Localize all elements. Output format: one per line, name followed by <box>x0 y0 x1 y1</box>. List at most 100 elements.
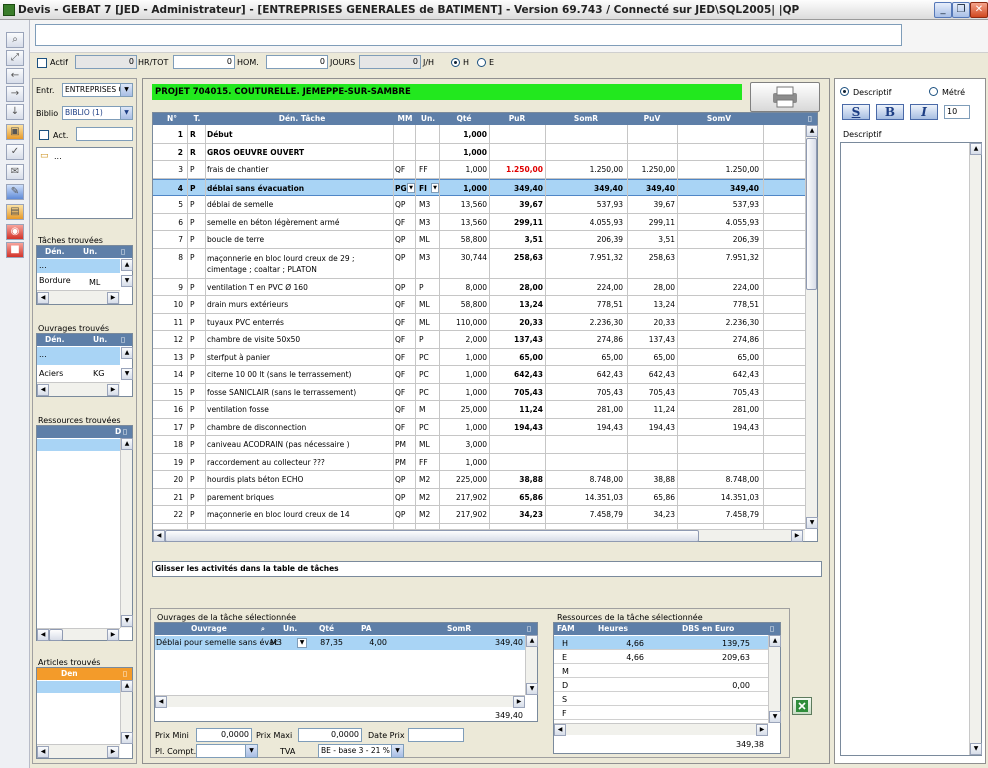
taches-col-un[interactable]: Un. <box>83 246 97 258</box>
list-item[interactable]: ... <box>37 347 120 365</box>
scroll-down-icon[interactable]: ▼ <box>526 683 538 695</box>
col-ouvrage[interactable]: Ouvrage <box>191 623 227 635</box>
table-row[interactable]: 10 Pdrain murs extérieurs QF ML 58,800 13,24 7… <box>153 296 805 314</box>
list-item[interactable] <box>37 681 120 693</box>
search-icon[interactable]: ⌕ <box>6 32 24 48</box>
folder-icon[interactable]: ▤ <box>6 204 24 220</box>
scroll-thumb[interactable] <box>49 629 63 641</box>
scroll-up-icon[interactable]: ▲ <box>806 125 818 137</box>
italic-button[interactable]: I <box>910 104 938 120</box>
trash-icon[interactable]: ▯ <box>121 246 125 258</box>
scroll-left-icon[interactable]: ◀ <box>37 292 49 304</box>
table-row[interactable]: 22 Pmaçonnerie en bloc lourd creux de 14 Q… <box>153 506 805 524</box>
scroll-up-icon[interactable]: ▲ <box>121 680 133 692</box>
jours-field[interactable]: 0 <box>266 55 328 69</box>
col-dbs[interactable]: DBS en Euro <box>682 623 734 635</box>
zoom-icon[interactable]: ⤢ <box>6 50 24 66</box>
table-row[interactable]: 1 R Début 1,000 <box>153 126 805 144</box>
col-heures[interactable]: Heures <box>598 623 628 635</box>
ressources-sel-hscroll[interactable]: ◀ ▶ <box>554 723 768 736</box>
table-row[interactable]: 3 Pfrais de chantier QF FF 1,000 1.250,00 1.25… <box>153 161 805 179</box>
table-row[interactable]: 16 Pventilation fosse QF M 25,000 11,24 281,00… <box>153 401 805 419</box>
ouvrages-hscroll[interactable]: ◀ ▶ <box>37 382 120 396</box>
trash-icon[interactable]: ▯ <box>123 426 127 438</box>
biblio-select[interactable]: BIBLIO (1) ▼ <box>62 106 133 120</box>
table-row[interactable]: F <box>554 706 768 720</box>
act-field[interactable] <box>76 127 133 141</box>
down-arrow-icon[interactable]: ↓ <box>6 104 24 120</box>
tva-select[interactable]: BE - base 3 - 21 % ▼ <box>318 744 404 758</box>
table-row[interactable]: 17 Pchambre de disconnection QF PC 1,000 194,… <box>153 419 805 436</box>
font-size-stepper[interactable]: 10 <box>944 105 970 119</box>
list-item[interactable]: ... <box>37 259 120 273</box>
excel-export-button[interactable] <box>792 697 812 715</box>
act-checkbox[interactable] <box>39 130 49 140</box>
col-qty[interactable]: Qté <box>439 114 489 123</box>
table-row[interactable]: 7 Pboucle de terre QP ML 58,800 3,51 206,39 3,5… <box>153 231 805 249</box>
table-row[interactable]: 6 Psemelle en béton légèrement armé QF M3 13… <box>153 214 805 231</box>
envelope-icon[interactable]: ✉ <box>6 164 24 180</box>
list-item[interactable]: Bordure ML <box>37 274 120 288</box>
ressources-hscroll[interactable]: ◀ ▶ <box>37 628 120 641</box>
scroll-right-icon[interactable]: ▶ <box>107 292 119 304</box>
trash-icon[interactable]: ▯ <box>805 114 815 123</box>
table-row[interactable]: 5 Pdéblai de semelle QP M3 13,560 39,67 537,93… <box>153 196 805 214</box>
help-icon[interactable]: ◉ <box>6 224 24 240</box>
command-input[interactable] <box>35 24 902 46</box>
col-puv[interactable]: PuV <box>627 114 677 123</box>
scroll-down-icon[interactable]: ▼ <box>121 368 133 380</box>
scroll-right-icon[interactable]: ▶ <box>107 746 119 758</box>
col-pa[interactable]: PA <box>361 623 372 635</box>
prix-mini-field[interactable]: 0,0000 <box>196 728 252 742</box>
scroll-right-icon[interactable]: ▶ <box>513 696 525 708</box>
close-button[interactable]: ✕ <box>970 2 988 18</box>
articles-col-den[interactable]: Den <box>61 668 78 680</box>
scroll-down-icon[interactable]: ▼ <box>806 517 818 529</box>
col-qte[interactable]: Qté <box>319 623 334 635</box>
table-row[interactable]: D 0,00 <box>554 678 768 692</box>
ouvrages-sel-hscroll[interactable]: ◀ ▶ <box>155 695 525 708</box>
exit-icon[interactable]: ■ <box>6 242 24 258</box>
table-row[interactable]: 14 Pciterne 10 00 lt (sans le terrassemen… <box>153 366 805 384</box>
ouvrages-col-un[interactable]: Un. <box>93 334 107 346</box>
prix-maxi-field[interactable]: 0,0000 <box>298 728 362 742</box>
table-row[interactable]: S <box>554 692 768 706</box>
chevron-down-icon[interactable]: ▼ <box>297 638 307 648</box>
ouvrages-sel-vscroll[interactable]: ▲ ▼ <box>525 635 538 695</box>
list-item[interactable]: Aciers KG <box>37 366 120 380</box>
grid-vscroll[interactable]: ▲ ▼ <box>805 125 818 529</box>
restore-button[interactable]: ❐ <box>952 2 970 18</box>
table-row[interactable]: 20 Phourdis plats béton ECHO QP M2 225,000 38… <box>153 471 805 489</box>
col-somr[interactable]: SomR <box>545 114 627 123</box>
trash-icon[interactable]: ▯ <box>123 668 127 680</box>
table-row[interactable]: 15 Pfosse SANICLAIR (sans le terrassement… <box>153 384 805 401</box>
col-somr[interactable]: SomR <box>447 623 471 635</box>
col-fam[interactable]: FAM <box>557 623 575 635</box>
chevron-down-icon[interactable]: ▼ <box>407 182 415 193</box>
scroll-thumb[interactable] <box>165 530 699 542</box>
scroll-down-icon[interactable]: ▼ <box>121 732 133 744</box>
descriptif-textarea[interactable]: ▲ ▼ <box>840 142 982 756</box>
scroll-up-icon[interactable]: ▲ <box>121 259 133 271</box>
scroll-down-icon[interactable]: ▼ <box>121 275 133 287</box>
table-row[interactable]: 18 Pcaniveau ACODRAIN (pas nécessaire ) PM… <box>153 436 805 454</box>
tools-icon[interactable]: ✎ <box>6 184 24 200</box>
col-type[interactable]: T. <box>187 114 207 123</box>
scroll-left-icon[interactable]: ◀ <box>37 746 49 758</box>
table-row[interactable]: 2 R GROS OEUVRE OUVERT 1,000 <box>153 144 805 161</box>
scroll-up-icon[interactable]: ▲ <box>970 143 982 155</box>
ressources-col-d[interactable]: D <box>115 426 121 438</box>
scroll-right-icon[interactable]: ▶ <box>791 530 803 542</box>
scroll-left-icon[interactable]: ◀ <box>554 724 566 736</box>
table-row[interactable]: 12 Pchambre de visite 50x50 QF P 2,000 137,43… <box>153 331 805 349</box>
table-row[interactable]: 13 Psterfput à panier QF PC 1,000 65,00 65,00 6… <box>153 349 805 366</box>
grid-hscroll[interactable]: ◀ ▶ <box>153 529 805 542</box>
taches-hscroll[interactable]: ◀ ▶ <box>37 290 120 304</box>
chevron-down-icon[interactable]: ▼ <box>431 182 439 193</box>
entr-select[interactable]: ENTREPRISES G ▼ <box>62 83 133 97</box>
ressources-vscroll[interactable]: ▲ ▼ <box>120 438 133 628</box>
scroll-up-icon[interactable]: ▲ <box>121 438 133 450</box>
col-somv[interactable]: SomV <box>677 114 761 123</box>
scroll-down-icon[interactable]: ▼ <box>121 615 133 627</box>
forward-icon[interactable]: → <box>6 86 24 102</box>
